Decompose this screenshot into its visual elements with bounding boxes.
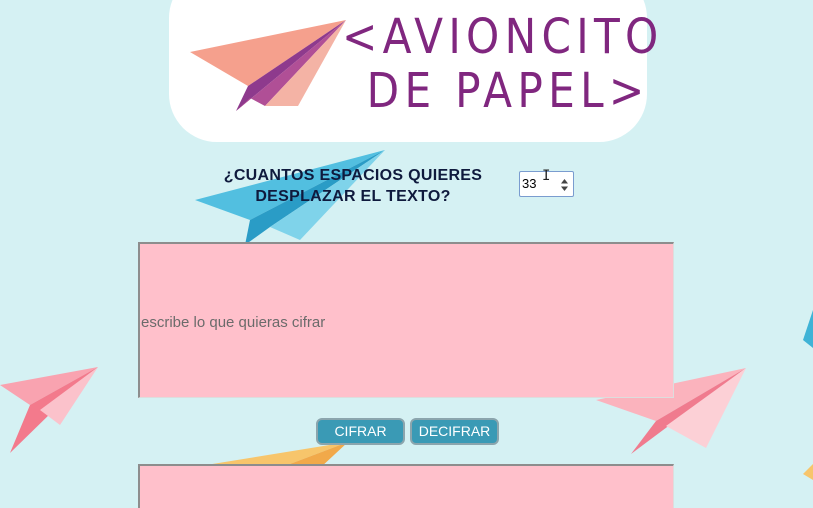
edge-yellow-decoration (803, 464, 813, 480)
shift-question-line1: ¿CUANTOS ESPACIOS QUIERES (223, 167, 483, 184)
result-textarea[interactable] (138, 464, 674, 508)
paper-plane-icon (190, 20, 346, 111)
spinner-arrows-icon[interactable] (560, 178, 569, 192)
plaintext-textarea[interactable]: escribe lo que quieras cifrar (138, 242, 674, 398)
logo-title: <AVIONCITO DE PAPEL> (342, 9, 664, 119)
shift-question-line2: DESPLAZAR EL TEXTO? (255, 188, 451, 205)
logo-title-line1: <AVIONCITO (342, 9, 664, 65)
edge-plane-decoration (803, 310, 813, 348)
plaintext-placeholder: escribe lo que quieras cifrar (141, 314, 326, 331)
shift-question: ¿CUANTOS ESPACIOS QUIERES DESPLAZAR EL T… (198, 165, 508, 207)
logo-title-line2: DE PAPEL> (366, 63, 650, 119)
text-cursor-icon: I (542, 168, 551, 184)
decrypt-button[interactable]: DECIFRAR (410, 418, 499, 445)
encrypt-button[interactable]: CIFRAR (316, 418, 405, 445)
pink-plane-decoration-left (0, 367, 98, 453)
